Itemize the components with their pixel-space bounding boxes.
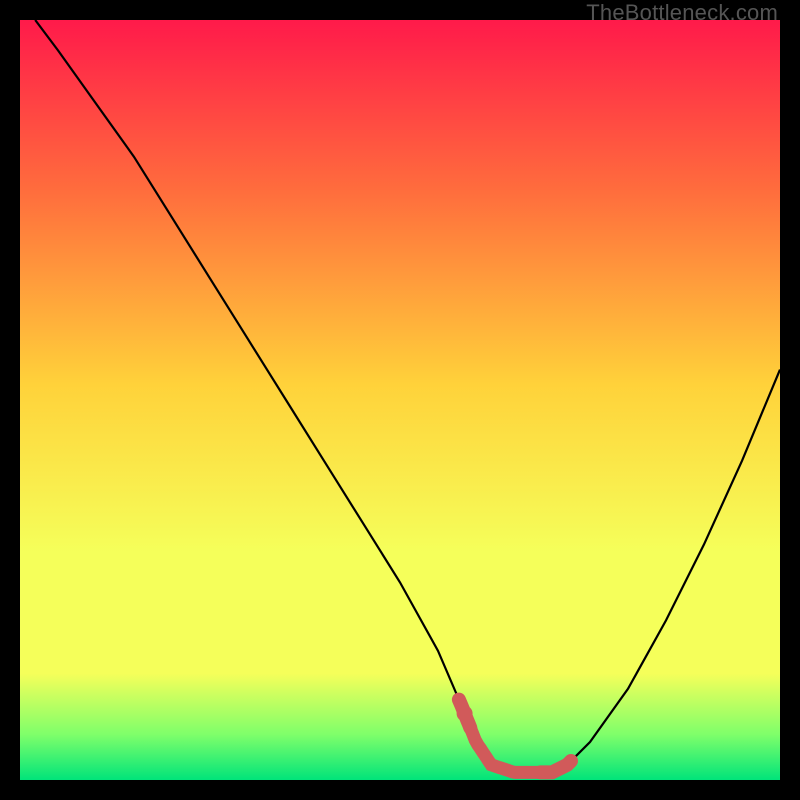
chart-svg [20, 20, 780, 780]
marker-a-dot [457, 706, 473, 722]
gradient-background [20, 20, 780, 780]
chart-frame [20, 20, 780, 780]
watermark-text: TheBottleneck.com [586, 0, 778, 26]
